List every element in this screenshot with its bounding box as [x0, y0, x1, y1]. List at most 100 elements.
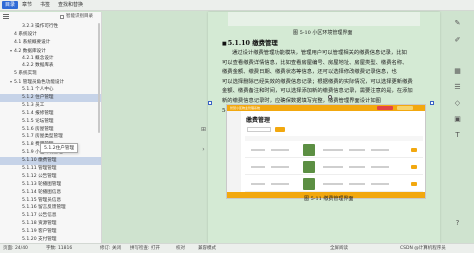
toc-item[interactable]: 5.1.19 客户管理 [0, 228, 101, 236]
comment-icon[interactable]: ✎ [452, 18, 463, 29]
shot-cell [323, 166, 343, 168]
toc-item-label: 3.2.3 操作可行性 [22, 24, 59, 29]
toc-item-label: 5.1.5 论坛管理 [22, 118, 54, 124]
toc-item-label: 5.1.15 管理员信息 [22, 197, 62, 203]
shot-cell [371, 183, 389, 185]
shot-table-header [245, 136, 423, 141]
toc-item[interactable]: 5.1.5 论坛管理 [0, 118, 101, 126]
toc-item[interactable]: 5.1.10 缴费管理 [0, 157, 101, 166]
bullet-icon: ■ [222, 41, 227, 47]
shape-icon[interactable]: ◇ [452, 98, 463, 109]
paragraph-line: 可以选择删除已经失效的缴费信息记录；根据缴费的实际情况，可以选择更新缴费 [222, 78, 413, 85]
selection-handle-right[interactable] [430, 101, 434, 105]
status-mode[interactable]: 全屏阅读 [330, 244, 348, 253]
shot-cell [251, 183, 265, 185]
image-anchor-handle[interactable] [328, 95, 332, 99]
toc-item[interactable]: 5.1.16 留言反馈管理 [0, 204, 101, 212]
toc-scrollbar[interactable] [98, 23, 100, 133]
toc-item-label: 5.1 管理员角色功能设计 [14, 80, 65, 86]
status-revise[interactable]: 修订: 关闭 [100, 244, 121, 253]
toc-item[interactable]: ▾ 5.1 管理员角色功能设计 [0, 78, 101, 86]
toc-item[interactable]: 3.2.3 操作可行性 [0, 23, 101, 31]
shot-table-row [245, 176, 423, 192]
toc-item-label: 5.1.14 轮播图信息 [22, 189, 62, 195]
tab-toc[interactable]: 目录 [2, 1, 19, 9]
right-toolbar: ✎ ✐ ▦ ☰ ◇ ▣ T ? [448, 18, 468, 243]
toc-item[interactable]: 4.1 系统概要设计 [0, 39, 101, 47]
toc-item-label: 5.1.4 报修管理 [22, 110, 54, 116]
tab-find-replace[interactable]: 查找和替换 [58, 1, 83, 9]
toc-item[interactable]: 5.1.13 轮播图管理 [0, 181, 101, 189]
toc-item[interactable]: 5.1.3 员工 [0, 102, 101, 110]
status-review[interactable]: 校对 [176, 244, 185, 253]
watermark: CSDN @计算机程序员 [400, 246, 446, 251]
shot-add-button [275, 127, 285, 132]
shot-cell [349, 166, 365, 168]
embedded-screenshot[interactable]: 智慧小区物业管理系统 缴费管理 [226, 104, 426, 199]
toc-item[interactable]: 5.1.7 房屋类型管理 [0, 133, 101, 141]
selection-handle-left[interactable] [208, 101, 212, 105]
toc-item-label: 5.1.16 留言反馈管理 [22, 205, 66, 211]
tab-chapters[interactable]: 章节 [22, 1, 32, 9]
toc-item[interactable]: 4 系统设计 [0, 31, 101, 39]
status-words[interactable]: 字数: 11816 [46, 244, 72, 253]
toc-item-label: 4.2.1 概念设计 [22, 55, 54, 61]
toc-item-label: 5.1.10 缴费管理 [22, 158, 57, 164]
status-spell[interactable]: 拼写检查: 打开 [130, 244, 160, 253]
toc-item-label: 5.1.19 客户管理 [22, 229, 57, 235]
toc-item-label: 5.1.2 住户管理 [22, 95, 54, 101]
toc-tooltip: 5.1.2住户管理 [40, 143, 79, 153]
help-icon[interactable]: ? [452, 218, 463, 229]
shot-action-button [411, 182, 417, 186]
toc-item[interactable]: 5.1.15 管理员信息 [0, 197, 101, 205]
shot-cell [251, 149, 265, 151]
shot-cell [251, 166, 265, 168]
shot-thumbnail [303, 178, 315, 190]
toc-item[interactable]: 5.1.17 公告信息 [0, 212, 101, 220]
section-heading[interactable]: ■5.1.10 缴费管理 [222, 38, 278, 47]
shot-cell [271, 149, 289, 151]
toc-item[interactable]: 5.1.2 住户管理 [0, 94, 101, 102]
toc-item[interactable]: 5.1.18 资源管理 [0, 220, 101, 228]
previous-figure [228, 12, 420, 26]
status-page[interactable]: 页面: 24/40 [3, 244, 28, 253]
toc-item[interactable]: 5 系统实现 [0, 70, 101, 78]
edit-icon[interactable]: ✐ [452, 35, 463, 46]
toc-item[interactable]: 5.1.1 个人中心 [0, 86, 101, 94]
paragraph-line: 缴费金额、缴费日期、缴费状态等信息，还可以选择修改缴费记录信息，也 [222, 69, 397, 76]
toc-item-label: 5.1.3 员工 [22, 102, 45, 108]
toc-item-label: 4.2 数据库设计 [14, 48, 46, 54]
shot-table-row [245, 159, 423, 175]
menu-icon[interactable] [3, 14, 9, 19]
text-icon[interactable]: T [452, 130, 463, 141]
shot-header-bar: 智慧小区物业管理系统 [227, 105, 425, 111]
toc-item-label: 5 系统实现 [14, 71, 37, 77]
figure-caption-top: 图 5-10 小区环境管理界面 [293, 30, 353, 36]
toc-item-label: 5.1.1 个人中心 [22, 87, 54, 93]
image-icon[interactable]: ▣ [452, 114, 463, 125]
toc-item-label: 5.1.13 轮播图管理 [22, 181, 62, 187]
document-page: 图 5-10 小区环境管理界面 ■5.1.10 缴费管理 通过设计缴费管理功能模… [208, 12, 440, 243]
status-bar: 页面: 24/40 字数: 11816 修订: 关闭 拼写检查: 打开 校对 兼… [0, 243, 474, 253]
shot-title: 缴费管理 [246, 117, 271, 124]
shot-table-row [245, 142, 423, 158]
toc-list: 3.2.3 操作可行性 4 系统设计 4.1 系统概要设计 ▾ 4.2 数据库设计 4.2… [0, 23, 101, 243]
toc-item[interactable]: 5.1.14 轮播图信息 [0, 189, 101, 197]
chevron-icon[interactable]: › [200, 146, 207, 153]
toc-item[interactable]: 5.1.12 公告管理 [0, 173, 101, 181]
toc-item[interactable]: 5.1.6 房屋管理 [0, 126, 101, 134]
shot-thumbnail [303, 161, 315, 173]
smart-toc-checkbox[interactable] [60, 15, 64, 19]
toc-item[interactable]: 5.1.4 报修管理 [0, 110, 101, 118]
status-compat: 兼容模式 [198, 246, 216, 251]
shot-cell [271, 183, 289, 185]
toc-item[interactable]: 4.2.2 数据库表 [0, 62, 101, 70]
list-icon[interactable]: ☰ [452, 82, 463, 93]
grid-icon[interactable]: ▦ [452, 66, 463, 77]
toc-item[interactable]: 4.2.1 概念设计 [0, 55, 101, 63]
toc-item[interactable]: 5.1.20 支付管理 [0, 236, 101, 243]
layout-icon[interactable]: ⊞ [200, 126, 207, 133]
toc-item[interactable]: ▾ 4.2 数据库设计 [0, 47, 101, 55]
toc-item[interactable]: 5.1.11 管理管理 [0, 165, 101, 173]
tab-bookmarks[interactable]: 书签 [40, 1, 50, 9]
